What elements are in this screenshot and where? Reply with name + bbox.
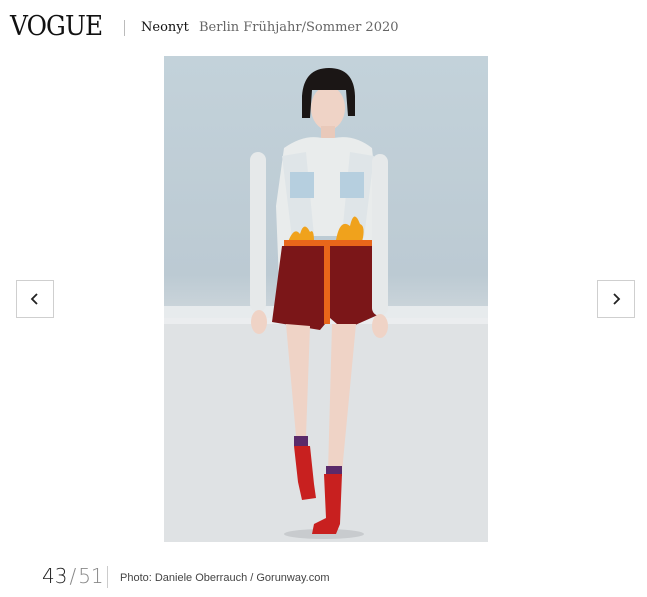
runway-photo-illustration	[164, 68, 488, 542]
counter-separator: /	[69, 564, 77, 588]
runway-photo	[164, 56, 488, 542]
previous-photo-button[interactable]	[16, 280, 54, 318]
total-photo-count: 51	[78, 564, 104, 588]
chevron-left-icon	[30, 293, 38, 305]
current-photo-number: 43	[42, 564, 68, 588]
photo-counter: 43/51	[42, 562, 104, 590]
gallery-footer: 43/51 Photo: Daniele Oberrauch / Gorunwa…	[0, 558, 647, 597]
vogue-logo[interactable]: VOGUE	[10, 11, 103, 43]
header: VOGUE Neonyt Berlin Frühjahr/Sommer 2020	[0, 0, 647, 56]
photo-credit: Photo: Daniele Oberrauch / Gorunway.com	[120, 572, 330, 584]
chevron-right-icon	[613, 293, 621, 305]
footer-divider	[107, 566, 108, 588]
next-photo-button[interactable]	[597, 280, 635, 318]
brand-name[interactable]: Neonyt	[141, 19, 189, 37]
header-divider	[124, 20, 125, 36]
event-name[interactable]: Berlin Frühjahr/Sommer 2020	[199, 19, 399, 37]
